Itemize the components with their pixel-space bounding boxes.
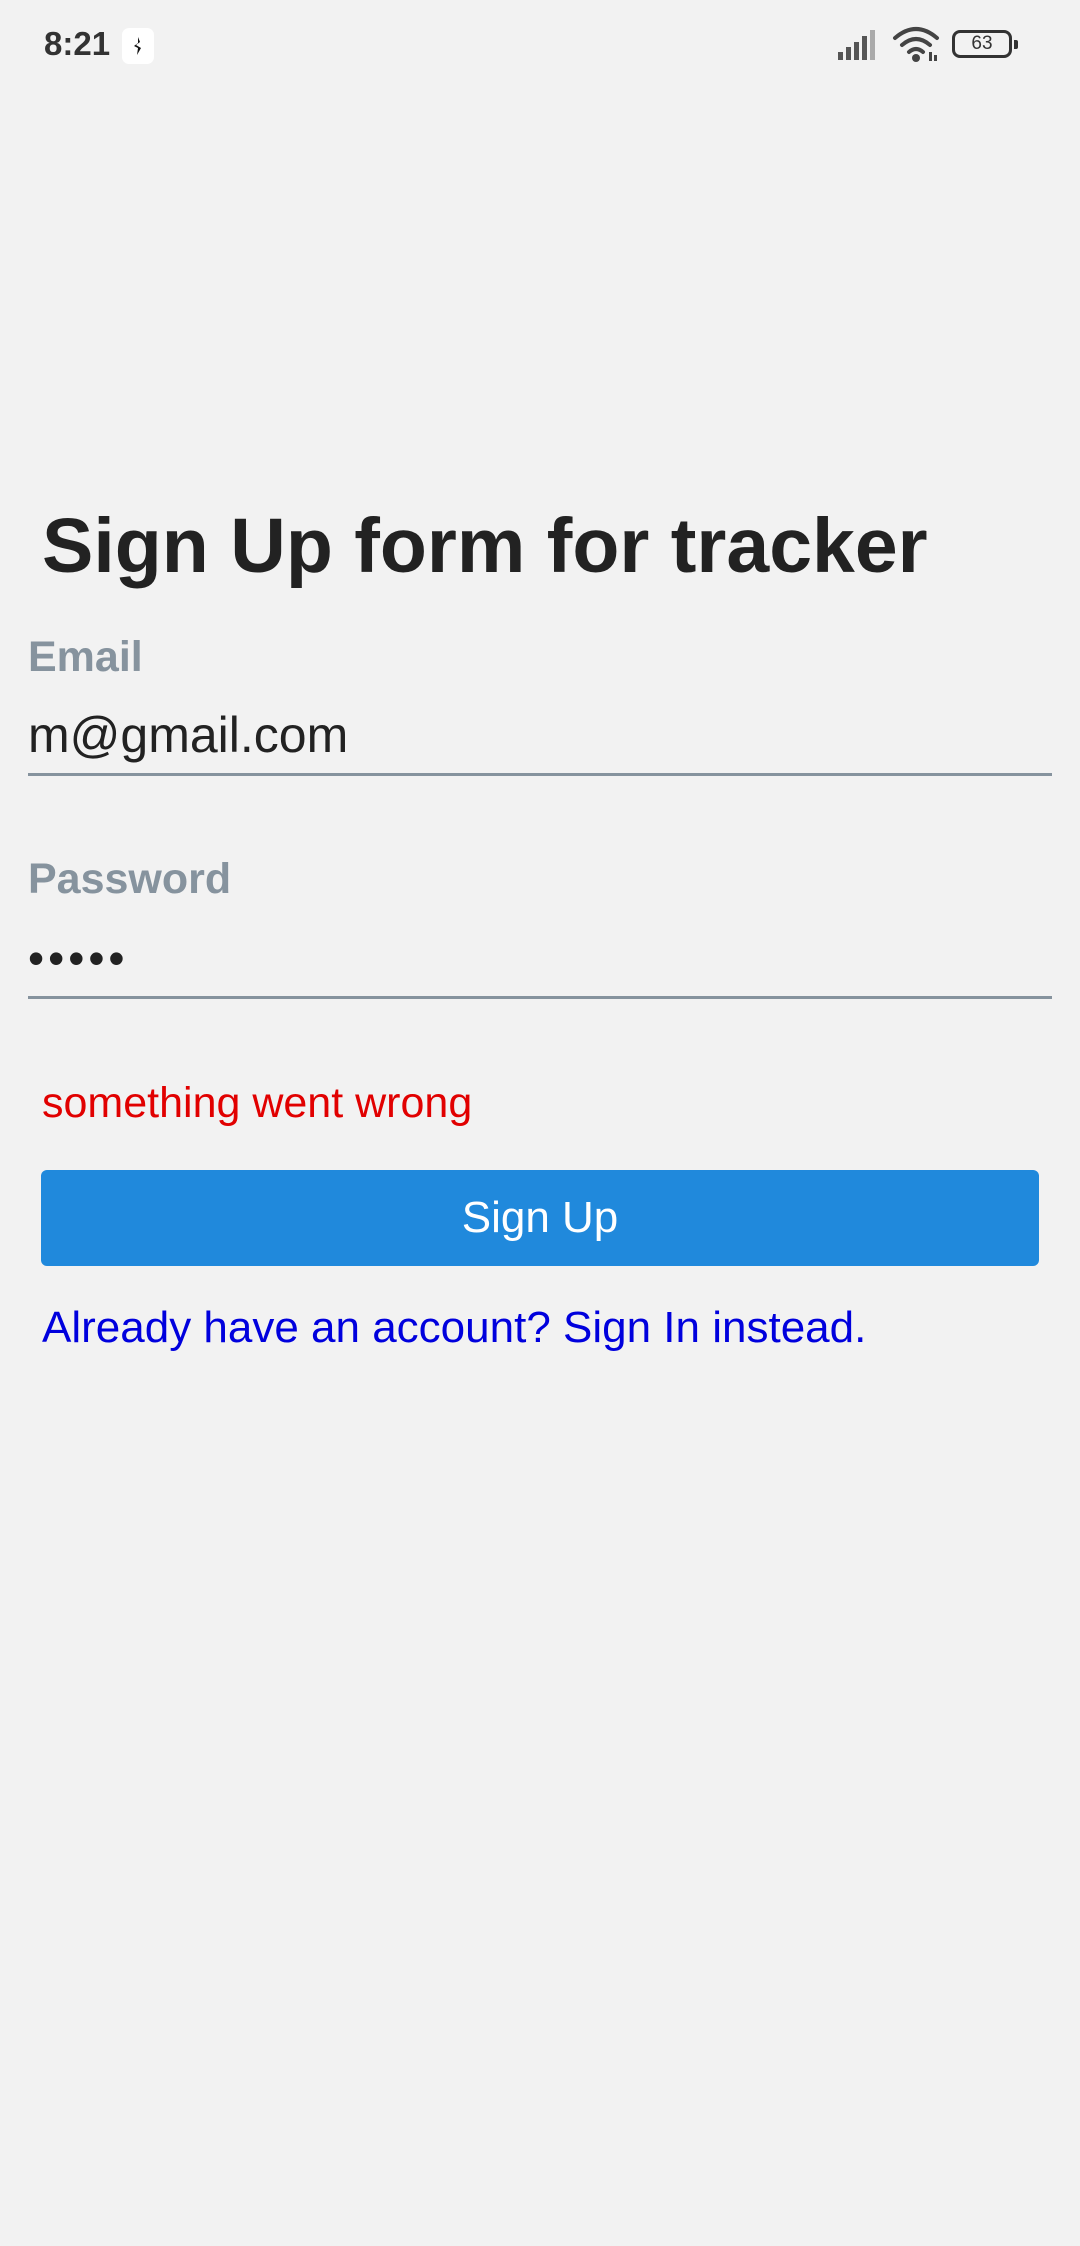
wifi-icon <box>892 26 940 69</box>
email-field[interactable] <box>28 697 1052 776</box>
email-label: Email <box>28 633 143 681</box>
battery-level: 63 <box>971 33 993 54</box>
password-field[interactable] <box>28 920 1052 999</box>
sign-up-button[interactable]: Sign Up <box>41 1170 1039 1266</box>
password-label: Password <box>28 855 232 903</box>
signal-icon <box>836 28 878 67</box>
status-time: 8:21 <box>44 25 111 62</box>
battery-icon: 63 <box>952 30 1018 58</box>
sign-in-link[interactable]: Already have an account? Sign In instead… <box>42 1300 866 1356</box>
error-message: something went wrong <box>42 1079 473 1127</box>
page-title: Sign Up form for tracker <box>42 503 928 589</box>
status-bar: 8:21 63 <box>0 0 1080 92</box>
app-notification-icon <box>122 28 154 64</box>
